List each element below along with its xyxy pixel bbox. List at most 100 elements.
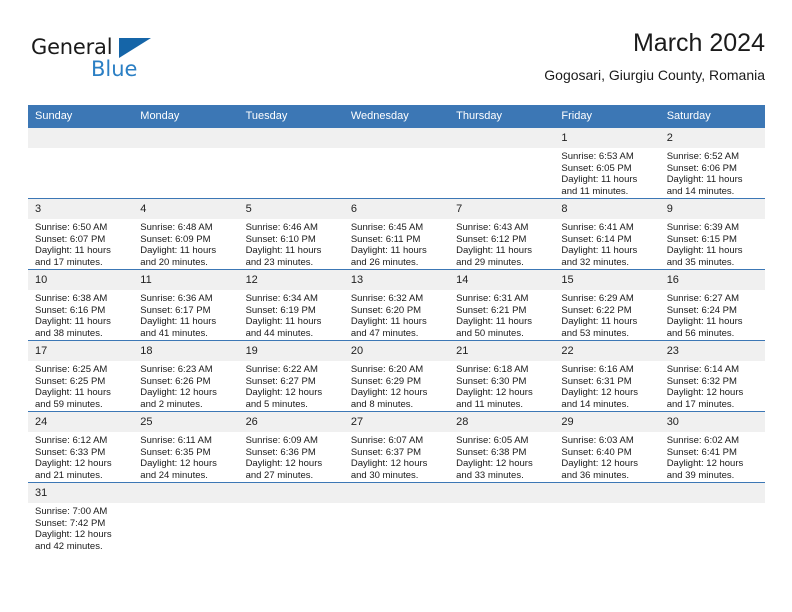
day-number: 2 xyxy=(659,128,765,148)
calendar-day-cell[interactable]: 16 Sunrise: 6:27 AM Sunset: 6:24 PM Dayligh… xyxy=(659,269,765,341)
calendar-day-cell[interactable]: 9 Sunrise: 6:39 AM Sunset: 6:15 PM Daylight… xyxy=(659,198,765,270)
general-blue-logo: General Blue xyxy=(31,34,181,90)
calendar-day-cell[interactable]: 4 Sunrise: 6:48 AM Sunset: 6:09 PM Daylight… xyxy=(133,198,239,270)
page-title: March 2024 xyxy=(632,29,765,57)
daylight-duration-line1: Daylight: 11 hours xyxy=(666,316,743,328)
day-sun-info: Sunrise: 6:12 AM Sunset: 6:33 PM Daylight:… xyxy=(28,432,133,481)
day-cell-content: 5 Sunrise: 6:46 AM Sunset: 6:10 PM Daylight… xyxy=(238,199,344,269)
calendar-day-cell[interactable]: 31 Sunrise: 7:00 AM Sunset: 7:42 PM Dayligh… xyxy=(28,482,134,553)
sunset-time: Sunset: 6:19 PM xyxy=(245,304,316,316)
day-number: 1 xyxy=(554,128,660,148)
calendar-empty-cell xyxy=(343,482,450,553)
daylight-duration-line1: Daylight: 11 hours xyxy=(35,245,111,257)
calendar-day-cell[interactable]: 26 Sunrise: 6:09 AM Sunset: 6:36 PM Dayligh… xyxy=(238,411,344,483)
calendar-week-row: 1 Sunrise: 6:53 AM Sunset: 6:05 PM Daylight… xyxy=(28,127,765,199)
sunset-time: Sunset: 6:10 PM xyxy=(245,233,316,245)
sunset-time: Sunset: 6:05 PM xyxy=(561,162,632,174)
day-number: 6 xyxy=(343,199,450,219)
calendar-day-cell[interactable]: 25 Sunrise: 6:11 AM Sunset: 6:35 PM Dayligh… xyxy=(133,411,239,483)
daylight-duration-line1: Daylight: 12 hours xyxy=(245,458,323,470)
day-cell-content xyxy=(659,483,765,553)
calendar-day-cell[interactable]: 12 Sunrise: 6:34 AM Sunset: 6:19 PM Dayligh… xyxy=(238,269,344,341)
daylight-duration-line2: and 38 minutes. xyxy=(35,327,103,339)
logo-text-blue: Blue xyxy=(91,57,138,81)
calendar-day-cell[interactable]: 22 Sunrise: 6:16 AM Sunset: 6:31 PM Dayligh… xyxy=(554,340,660,412)
day-sun-info: Sunrise: 6:43 AM Sunset: 6:12 PM Daylight:… xyxy=(449,219,554,268)
calendar-day-cell[interactable]: 14 Sunrise: 6:31 AM Sunset: 6:21 PM Dayligh… xyxy=(449,269,555,341)
calendar-day-cell[interactable]: 13 Sunrise: 6:32 AM Sunset: 6:20 PM Dayligh… xyxy=(343,269,450,341)
calendar-day-cell[interactable]: 18 Sunrise: 6:23 AM Sunset: 6:26 PM Dayligh… xyxy=(133,340,239,412)
calendar-header-row: Sunday Monday Tuesday Wednesday Thursday… xyxy=(28,105,765,128)
sunrise-time: Sunrise: 6:45 AM xyxy=(350,222,424,233)
day-cell-content xyxy=(554,483,660,553)
day-sun-info: Sunrise: 6:11 AM Sunset: 6:35 PM Daylight:… xyxy=(133,432,238,481)
calendar-day-cell[interactable]: 27 Sunrise: 6:07 AM Sunset: 6:37 PM Dayligh… xyxy=(343,411,450,483)
calendar-day-cell[interactable]: 23 Sunrise: 6:14 AM Sunset: 6:32 PM Dayligh… xyxy=(659,340,765,412)
day-number: 3 xyxy=(28,199,134,219)
day-cell-content: 2 Sunrise: 6:52 AM Sunset: 6:06 PM Daylight… xyxy=(659,128,765,198)
day-number: 14 xyxy=(449,270,555,290)
daylight-duration-line1: Daylight: 11 hours xyxy=(35,387,111,399)
calendar-day-cell[interactable]: 21 Sunrise: 6:18 AM Sunset: 6:30 PM Dayligh… xyxy=(449,340,555,412)
calendar-day-cell[interactable]: 10 Sunrise: 6:38 AM Sunset: 6:16 PM Dayligh… xyxy=(28,269,134,341)
day-number: 27 xyxy=(343,412,450,432)
day-number: 24 xyxy=(28,412,134,432)
calendar-day-cell[interactable]: 8 Sunrise: 6:41 AM Sunset: 6:14 PM Daylight… xyxy=(554,198,660,270)
calendar-day-cell[interactable]: 19 Sunrise: 6:22 AM Sunset: 6:27 PM Dayligh… xyxy=(238,340,344,412)
day-sun-info: Sunrise: 6:31 AM Sunset: 6:21 PM Daylight:… xyxy=(449,290,554,339)
calendar-day-cell[interactable]: 24 Sunrise: 6:12 AM Sunset: 6:33 PM Dayligh… xyxy=(28,411,134,483)
day-sun-info: Sunrise: 6:05 AM Sunset: 6:38 PM Daylight:… xyxy=(449,432,554,481)
day-number: 7 xyxy=(449,199,555,219)
calendar-day-cell[interactable]: 3 Sunrise: 6:50 AM Sunset: 6:07 PM Daylight… xyxy=(28,198,134,270)
sunrise-time: Sunrise: 6:23 AM xyxy=(140,364,213,375)
day-cell-content: 8 Sunrise: 6:41 AM Sunset: 6:14 PM Daylight… xyxy=(554,199,660,269)
calendar-day-cell[interactable]: 1 Sunrise: 6:53 AM Sunset: 6:05 PM Daylight… xyxy=(554,127,660,199)
calendar-day-cell[interactable]: 28 Sunrise: 6:05 AM Sunset: 6:38 PM Dayligh… xyxy=(449,411,555,483)
sunrise-time: Sunrise: 6:29 AM xyxy=(561,293,634,304)
day-sun-info: Sunrise: 6:41 AM Sunset: 6:14 PM Daylight:… xyxy=(554,219,659,268)
sunrise-time: Sunrise: 6:52 AM xyxy=(666,151,740,162)
day-number xyxy=(133,483,239,503)
calendar-day-cell[interactable]: 6 Sunrise: 6:45 AM Sunset: 6:11 PM Daylight… xyxy=(343,198,450,270)
calendar-day-cell[interactable]: 30 Sunrise: 6:02 AM Sunset: 6:41 PM Dayligh… xyxy=(659,411,765,483)
calendar-empty-cell xyxy=(449,482,555,553)
sunrise-time: Sunrise: 6:36 AM xyxy=(140,293,213,304)
calendar-day-cell[interactable]: 11 Sunrise: 6:36 AM Sunset: 6:17 PM Dayligh… xyxy=(133,269,239,341)
sunrise-time: Sunrise: 6:11 AM xyxy=(140,435,212,446)
calendar-day-cell[interactable]: 29 Sunrise: 6:03 AM Sunset: 6:40 PM Dayligh… xyxy=(554,411,660,483)
day-sun-info: Sunrise: 6:39 AM Sunset: 6:15 PM Daylight:… xyxy=(660,219,765,268)
day-cell-content: 14 Sunrise: 6:31 AM Sunset: 6:21 PM Dayligh… xyxy=(449,270,555,340)
day-sun-info: Sunrise: 6:23 AM Sunset: 6:26 PM Daylight:… xyxy=(133,361,238,410)
sunrise-time: Sunrise: 6:20 AM xyxy=(350,364,424,375)
calendar-day-cell[interactable]: 7 Sunrise: 6:43 AM Sunset: 6:12 PM Daylight… xyxy=(449,198,555,270)
sunrise-time: Sunrise: 6:48 AM xyxy=(140,222,213,233)
day-sun-info: Sunrise: 6:34 AM Sunset: 6:19 PM Daylight:… xyxy=(239,290,344,339)
day-number: 20 xyxy=(343,341,450,361)
calendar-empty-cell xyxy=(238,482,344,553)
day-number: 19 xyxy=(238,341,344,361)
sunrise-time: Sunrise: 6:09 AM xyxy=(245,435,318,446)
day-number: 26 xyxy=(238,412,344,432)
day-cell-content: 22 Sunrise: 6:16 AM Sunset: 6:31 PM Dayligh… xyxy=(554,341,660,411)
daylight-duration-line2: and 11 minutes. xyxy=(561,185,629,197)
daylight-duration-line2: and 30 minutes. xyxy=(350,469,419,481)
daylight-duration-line2: and 35 minutes. xyxy=(666,256,735,268)
daylight-duration-line1: Daylight: 11 hours xyxy=(456,316,532,328)
daylight-duration-line1: Daylight: 12 hours xyxy=(140,458,217,470)
sunrise-time: Sunrise: 6:53 AM xyxy=(561,151,634,162)
sunrise-time: Sunrise: 6:43 AM xyxy=(456,222,529,233)
day-cell-content: 13 Sunrise: 6:32 AM Sunset: 6:20 PM Dayligh… xyxy=(343,270,450,340)
calendar-day-cell[interactable]: 17 Sunrise: 6:25 AM Sunset: 6:25 PM Dayligh… xyxy=(28,340,134,412)
sunrise-time: Sunrise: 6:32 AM xyxy=(350,293,424,304)
calendar-day-cell[interactable]: 20 Sunrise: 6:20 AM Sunset: 6:29 PM Dayligh… xyxy=(343,340,450,412)
calendar-day-cell[interactable]: 15 Sunrise: 6:29 AM Sunset: 6:22 PM Dayligh… xyxy=(554,269,660,341)
calendar-day-cell[interactable]: 2 Sunrise: 6:52 AM Sunset: 6:06 PM Daylight… xyxy=(659,127,765,199)
sunrise-time: Sunrise: 6:05 AM xyxy=(456,435,529,446)
calendar-day-cell[interactable]: 5 Sunrise: 6:46 AM Sunset: 6:10 PM Daylight… xyxy=(238,198,344,270)
day-number: 18 xyxy=(133,341,239,361)
day-number: 11 xyxy=(133,270,239,290)
daylight-duration-line1: Daylight: 11 hours xyxy=(245,245,322,257)
daylight-duration-line1: Daylight: 12 hours xyxy=(35,529,112,541)
day-sun-info: Sunrise: 6:46 AM Sunset: 6:10 PM Daylight:… xyxy=(239,219,344,268)
day-number: 28 xyxy=(449,412,555,432)
